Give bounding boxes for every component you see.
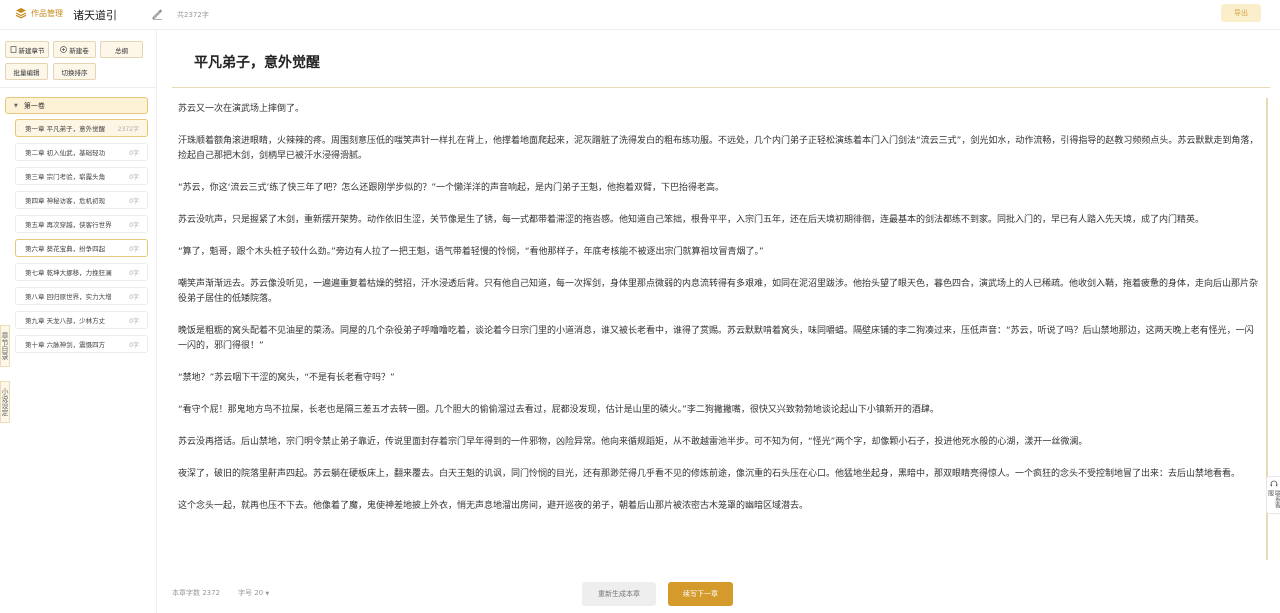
paragraph: 苏云没再搭话。后山禁地，宗门明令禁止弟子靠近，传说里面封存着宗门早年得到的一件邪… bbox=[178, 437, 1088, 447]
paragraph: “苏云，你这‘流云三式’练了快三年了吧？怎么还跟刚学步似的？”一个懒洋洋的声音响… bbox=[178, 183, 725, 193]
toggle-sort-button[interactable]: 切换排序 bbox=[53, 63, 96, 80]
paragraph: 晚饭是粗粝的窝头配着不见油星的菜汤。同屋的几个杂役弟子呼噜噜吃着，谈论着今日宗门… bbox=[178, 326, 1254, 351]
headset-icon bbox=[1270, 480, 1277, 487]
contact-support-label: 联系客服 bbox=[1266, 489, 1280, 508]
logo-label: 作品管理 bbox=[31, 8, 63, 18]
paragraph: “算了，魁哥，跟个木头桩子较什么劲。”旁边有人拉了一把王魁，语气带着轻慢的怜悯，… bbox=[178, 247, 764, 257]
new-volume-label: 新建卷 bbox=[69, 46, 89, 55]
total-word-count: 共2372字 bbox=[177, 11, 209, 19]
top-bar: 作品管理 诸天道引 共2372字 导出 bbox=[0, 0, 1280, 30]
chapter-word-count: 0字 bbox=[129, 293, 139, 301]
chapter-text-editor[interactable]: 苏云又一次在演武场上摔倒了。 汗珠顺着额角滚进眼睛，火辣辣的疼。周围刻意压低的嗤… bbox=[178, 102, 1262, 558]
chapter-heading: 平凡弟子，意外觉醒 bbox=[194, 55, 320, 71]
chapter-item[interactable]: 第三章 宗门考验，崭露头角 0字 bbox=[15, 167, 148, 185]
chapter-title-label: 第一章 平凡弟子，意外觉醒 bbox=[25, 125, 106, 133]
paragraph: 苏云没吭声，只是握紧了木剑，重新摆开架势。动作依旧生涩，关节像是生了锈，每一式都… bbox=[178, 215, 1205, 225]
title-divider bbox=[172, 87, 1270, 88]
chapter-sidebar: 新建章节 新建卷 总纲 批量编辑 切换排序 ▼ 第一卷 第一章 平凡弟子，意外觉… bbox=[0, 30, 157, 613]
chapter-item[interactable]: 第七章 乾坤大挪移，力挽狂澜 0字 bbox=[15, 263, 148, 281]
sidebar-divider bbox=[0, 87, 157, 88]
regenerate-chapter-button[interactable]: 重新生成本章 bbox=[582, 582, 656, 606]
paragraph: 嘲笑声渐渐远去。苏云像没听见，一遍遍重复着枯燥的劈招，汗水浸透后背。只有他自己知… bbox=[178, 279, 1259, 304]
chapter-word-count-footer: 本章字数 2372 bbox=[172, 589, 221, 597]
new-chapter-label: 新建章节 bbox=[18, 46, 45, 55]
chapter-item[interactable]: 第六章 葵花宝典，纷争四起 0字 bbox=[15, 239, 148, 257]
chapter-title-label: 第八章 回归原世界，实力大增 bbox=[25, 293, 112, 301]
volume-item[interactable]: ▼ 第一卷 bbox=[5, 97, 148, 114]
font-size-value: 字号 20 bbox=[238, 589, 264, 597]
paragraph: 这个念头一起，就再也压不下去。他像着了魔，鬼使神差地披上外衣，悄无声息地溜出房间… bbox=[178, 501, 809, 511]
chapter-item[interactable]: 第八章 回归原世界，实力大增 0字 bbox=[15, 287, 148, 305]
plus-circle-icon bbox=[60, 46, 68, 53]
paragraph: “禁地？”苏云咽下干涩的窝头，“不是有长老看守吗？” bbox=[178, 373, 395, 383]
volume-label: 第一卷 bbox=[23, 101, 45, 110]
chapter-title-label: 第五章 再次穿越，侠客行世界 bbox=[25, 221, 112, 229]
chapter-word-count: 0字 bbox=[129, 317, 139, 325]
caret-down-icon: ▼ bbox=[265, 591, 270, 597]
chapter-title-label: 第十章 六脉神剑，震慑四方 bbox=[25, 341, 106, 349]
outline-button[interactable]: 总纲 bbox=[100, 41, 143, 58]
chapter-word-count: 0字 bbox=[129, 221, 139, 229]
paragraph: 苏云又一次在演武场上摔倒了。 bbox=[178, 104, 305, 114]
chapter-item[interactable]: 第二章 初入仙武，基础轻功 0字 bbox=[15, 143, 148, 161]
chapter-title-label: 第二章 初入仙武，基础轻功 bbox=[25, 149, 106, 157]
chapter-title-label: 第七章 乾坤大挪移，力挽狂澜 bbox=[25, 269, 112, 277]
layers-icon bbox=[15, 8, 27, 19]
chapter-word-count: 2372字 bbox=[117, 125, 139, 133]
tab-novel-settings[interactable]: 小说设定 bbox=[0, 381, 10, 423]
works-management-link[interactable]: 作品管理 bbox=[15, 7, 63, 19]
chapter-word-count: 0字 bbox=[129, 173, 139, 181]
chapter-word-count: 0字 bbox=[129, 197, 139, 205]
paragraph: “看守个屁！那鬼地方鸟不拉屎，长老也是隔三差五才去转一圈。几个胆大的偷偷溜过去看… bbox=[178, 405, 939, 415]
paragraph: 汗珠顺着额角滚进眼睛，火辣辣的疼。周围刻意压低的嗤笑声针一样扎在背上，他撑着地面… bbox=[178, 136, 1259, 161]
chapter-word-count: 0字 bbox=[129, 269, 139, 277]
chapter-word-count: 0字 bbox=[129, 149, 139, 157]
chapter-word-count: 0字 bbox=[129, 341, 139, 349]
contact-support-button[interactable]: 联系客服 bbox=[1266, 476, 1280, 514]
chapter-title-label: 第四章 神秘访客，危机初现 bbox=[25, 197, 106, 205]
book-title: 诸天道引 bbox=[73, 9, 117, 22]
chapter-item[interactable]: 第九章 天龙八部，少林方丈 0字 bbox=[15, 311, 148, 329]
chapter-word-count: 0字 bbox=[129, 245, 139, 253]
chapter-item[interactable]: 第四章 神秘访客，危机初现 0字 bbox=[15, 191, 148, 209]
editor-area: 平凡弟子，意外觉醒 苏云又一次在演武场上摔倒了。 汗珠顺着额角滚进眼睛，火辣辣的… bbox=[172, 30, 1270, 613]
chapter-item[interactable]: 第一章 平凡弟子，意外觉醒 2372字 bbox=[15, 119, 148, 137]
new-volume-button[interactable]: 新建卷 bbox=[53, 41, 96, 58]
chapter-item[interactable]: 第五章 再次穿越，侠客行世界 0字 bbox=[15, 215, 148, 233]
tab-chapter-catalog[interactable]: 章节目录 bbox=[0, 325, 10, 367]
edit-title-icon[interactable] bbox=[151, 8, 163, 20]
continue-next-chapter-button[interactable]: 续写下一章 bbox=[668, 582, 733, 606]
chapter-item[interactable]: 第十章 六脉神剑，震慑四方 0字 bbox=[15, 335, 148, 353]
caret-down-icon[interactable]: ▼ bbox=[14, 103, 18, 109]
chapter-title-label: 第九章 天龙八部，少林方丈 bbox=[25, 317, 106, 325]
font-size-select[interactable]: 字号 20 ▼ bbox=[238, 588, 269, 598]
export-button[interactable]: 导出 bbox=[1221, 4, 1261, 22]
chapter-title-label: 第六章 葵花宝典，纷争四起 bbox=[25, 245, 106, 253]
paragraph: 夜深了，破旧的院落里鼾声四起。苏云躺在硬板床上，翻来覆去。白天王魁的讥讽，同门怜… bbox=[178, 469, 1241, 479]
batch-edit-button[interactable]: 批量编辑 bbox=[5, 63, 48, 80]
chapter-title-label: 第三章 宗门考验，崭露头角 bbox=[25, 173, 106, 181]
new-chapter-button[interactable]: 新建章节 bbox=[5, 41, 49, 58]
document-icon bbox=[10, 46, 16, 53]
